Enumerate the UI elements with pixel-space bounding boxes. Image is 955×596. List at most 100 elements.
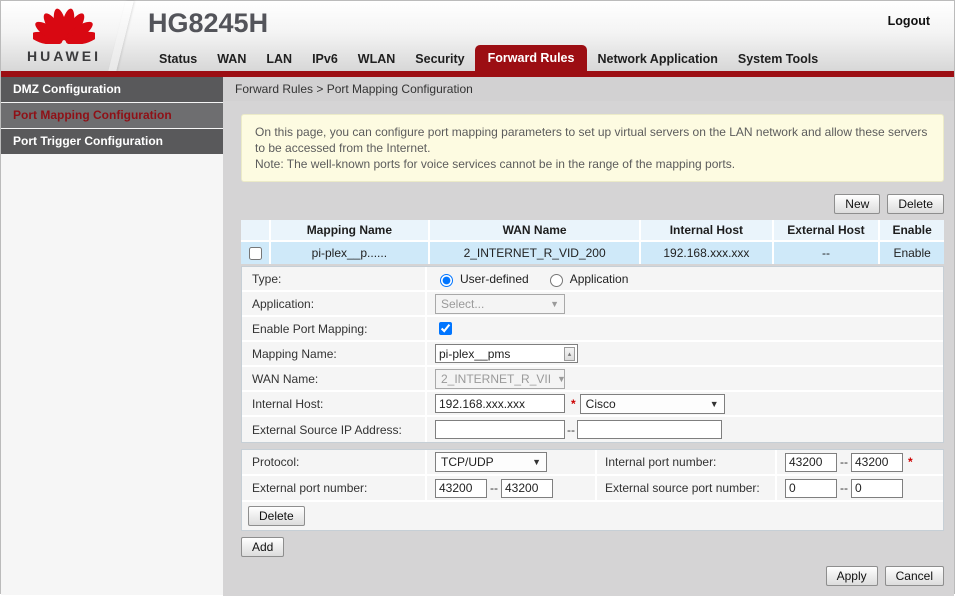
row-checkbox[interactable] [249,247,262,260]
tab-ipv6[interactable]: IPv6 [302,48,348,71]
form-row-enable-port-mapping: Enable Port Mapping: [242,317,943,342]
tab-security[interactable]: Security [405,48,474,71]
form-row-external-source-ip: External Source IP Address: -- [242,417,943,442]
cancel-button[interactable]: Cancel [885,566,944,586]
table-row[interactable]: pi-plex__p...... 2_INTERNET_R_VID_200 19… [241,242,944,264]
user-defined-radio[interactable] [440,274,453,287]
page-description: On this page, you can configure port map… [241,114,944,182]
chevron-down-icon: ▼ [710,399,719,409]
cell-enable: Enable [880,242,944,264]
huawei-logo: HUAWEI [15,6,113,64]
user-defined-label: User-defined [460,272,529,286]
application-radio-label: Application [570,272,629,286]
application-select[interactable]: Select... ▼ [435,294,565,314]
huawei-flower-icon [33,6,95,44]
tab-wan[interactable]: WAN [207,48,256,71]
external-source-ip-end-input[interactable] [577,420,722,439]
tab-forward-rules[interactable]: Forward Rules [475,45,588,71]
internal-port-to-input[interactable] [851,453,903,472]
radio-application[interactable]: Application [545,271,629,287]
tab-status[interactable]: Status [149,48,207,71]
form-row-application: Application: Select... ▼ [242,292,943,317]
external-port-from-input[interactable] [435,479,487,498]
tab-wlan[interactable]: WLAN [348,48,406,71]
add-protocol-button[interactable]: Add [241,537,284,557]
internal-host-input[interactable] [435,394,565,413]
internal-port-from-input[interactable] [785,453,837,472]
cell-internal-host: 192.168.xxx.xxx [641,242,773,264]
protocol-section: Protocol: TCP/UDP ▼ Internal port number… [241,449,944,531]
cell-wan-name: 2_INTERNET_R_VID_200 [430,242,641,264]
external-port-to-input[interactable] [501,479,553,498]
internal-host-device-select[interactable]: Cisco ▼ [580,394,725,414]
cell-external-host: -- [774,242,881,264]
col-wan-name: WAN Name [430,220,641,242]
chevron-down-icon: ▼ [557,374,566,384]
range-separator: -- [567,423,575,437]
device-select-value: Cisco [586,397,616,411]
col-enable: Enable [880,220,944,242]
col-external-host: External Host [774,220,881,242]
protocol-delete-button[interactable]: Delete [248,506,305,526]
port-mapping-table: Mapping Name WAN Name Internal Host Exte… [241,220,944,264]
required-marker: * [908,455,913,469]
table-header-row: Mapping Name WAN Name Internal Host Exte… [241,220,944,242]
range-separator: -- [840,481,848,495]
note-line: Note: The well-known ports for voice ser… [255,156,930,172]
application-label: Application: [242,292,427,315]
protocol-label: Protocol: [242,450,427,474]
new-button[interactable]: New [834,194,880,214]
content-area: On this page, you can configure port map… [223,101,954,596]
wan-name-label: WAN Name: [242,367,427,390]
protocol-row-2: External port number: -- External source… [242,476,943,502]
delete-button[interactable]: Delete [887,194,944,214]
main-nav-tabs: Status WAN LAN IPv6 WLAN Security Forwar… [149,45,954,71]
external-port-label: External port number: [242,476,427,500]
apply-button[interactable]: Apply [826,566,878,586]
application-select-value: Select... [441,297,484,311]
device-model-title: HG8245H [148,8,268,39]
logout-link[interactable]: Logout [888,14,930,28]
protocol-delete-row: Delete [242,502,943,530]
description-line: On this page, you can configure port map… [255,124,930,156]
form-row-wan-name: WAN Name: 2_INTERNET_R_VII ▼ [242,367,943,392]
tab-system-tools[interactable]: System Tools [728,48,828,71]
external-source-ip-label: External Source IP Address: [242,417,427,442]
chevron-down-icon: ▼ [532,457,541,467]
external-source-ip-start-input[interactable] [435,420,565,439]
required-marker: * [571,397,576,411]
form-row-internal-host: Internal Host: * Cisco ▼ [242,392,943,417]
wan-name-select-value: 2_INTERNET_R_VII [441,372,551,386]
sidebar: DMZ Configuration Port Mapping Configura… [1,77,223,595]
tab-network-application[interactable]: Network Application [587,48,727,71]
enable-port-mapping-checkbox[interactable] [439,322,452,335]
col-internal-host: Internal Host [641,220,773,242]
sidebar-item-port-trigger-configuration[interactable]: Port Trigger Configuration [1,129,223,154]
external-source-port-to-input[interactable] [851,479,903,498]
col-mapping-name: Mapping Name [271,220,430,242]
tab-lan[interactable]: LAN [256,48,302,71]
header: HUAWEI HG8245H Logout Status WAN LAN IPv… [1,1,954,71]
external-source-port-label: External source port number: [597,476,777,500]
protocol-row-1: Protocol: TCP/UDP ▼ Internal port number… [242,450,943,476]
range-separator: -- [840,455,848,469]
radio-user-defined[interactable]: User-defined [435,271,529,287]
chevron-down-icon: ▼ [550,299,559,309]
sidebar-item-dmz-configuration[interactable]: DMZ Configuration [1,77,223,102]
range-separator: -- [490,481,498,495]
internal-port-label: Internal port number: [597,450,777,474]
cell-mapping-name: pi-plex__p...... [271,242,430,264]
wan-name-select[interactable]: 2_INTERNET_R_VII ▼ [435,369,565,389]
input-autofill-icon[interactable]: ▴ [564,347,575,361]
select-all-header [241,220,271,242]
brand-name: HUAWEI [15,48,113,64]
type-label: Type: [242,267,427,290]
enable-port-mapping-label: Enable Port Mapping: [242,317,427,340]
mapping-name-input[interactable] [435,344,578,363]
application-radio[interactable] [550,274,563,287]
sidebar-item-port-mapping-configuration[interactable]: Port Mapping Configuration [1,103,223,128]
protocol-select[interactable]: TCP/UDP ▼ [435,452,547,472]
mapping-form: Type: User-defined Application Applicati [241,266,944,443]
external-source-port-from-input[interactable] [785,479,837,498]
form-row-type: Type: User-defined Application [242,267,943,292]
